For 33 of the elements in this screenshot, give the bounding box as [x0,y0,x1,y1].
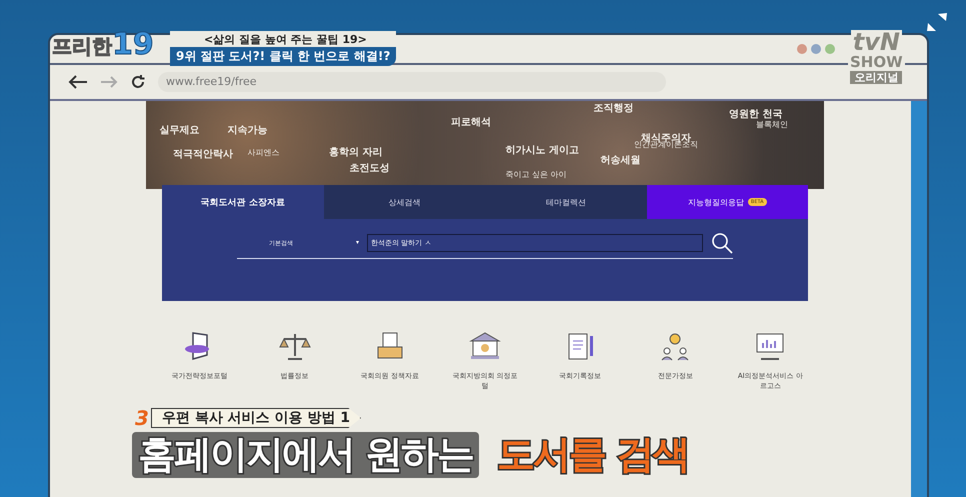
step-number: 3 [135,408,149,428]
window-dot[interactable] [825,44,835,54]
keyword-text[interactable]: 실무제요 [160,123,200,137]
caption-subtitle: <삶의 질을 높여 주는 꿀팁 19> [170,31,396,47]
show-logo: 프리한19 [52,30,154,60]
keyword-text[interactable]: 영원한 천국 [729,107,783,121]
search-tab[interactable]: 상세검색 [324,185,485,219]
refresh-icon[interactable] [130,74,146,90]
back-icon[interactable] [68,75,88,89]
channel-logo-text: SHOW [848,55,905,70]
channel-logo-tag: 오리지널 [850,71,902,84]
keyword-text[interactable]: 홍학의 자리 [329,145,383,159]
building-icon[interactable] [468,331,502,361]
keyword-text[interactable]: 사피엔스 [248,147,280,158]
keyword-text[interactable]: 지속가능 [227,123,268,137]
step-label: 우편 복사 서비스 이용 방법 1 [150,408,362,428]
keyword-text[interactable]: 초전도성 [349,161,390,175]
scale-icon[interactable] [278,331,312,361]
search-icon[interactable] [711,232,733,254]
search-tab[interactable]: 테마컬렉션 [485,185,646,219]
keyword-text[interactable]: 조직행정 [593,101,634,115]
keyword-text[interactable]: 적극적안락사 [173,147,234,161]
keyword-text[interactable]: 죽이고 싶은 아이 [505,169,566,180]
main-caption-highlight: 도서를 검색 [497,432,688,478]
keyword-text[interactable]: 피로해석 [451,115,492,129]
keyword-text[interactable]: 허송세월 [600,153,640,167]
expand-icon[interactable] [926,12,948,32]
caption-headline: 9위 절판 도서?! 클릭 한 번으로 해결!? [170,47,396,66]
window-dot[interactable] [797,44,807,54]
keyword-text[interactable]: 블록체인 [756,119,788,130]
main-caption: 홈페이지에서 원하는 [132,432,480,478]
window-dot[interactable] [811,44,821,54]
keyword-text[interactable]: 히가시노 게이고 [505,143,579,157]
